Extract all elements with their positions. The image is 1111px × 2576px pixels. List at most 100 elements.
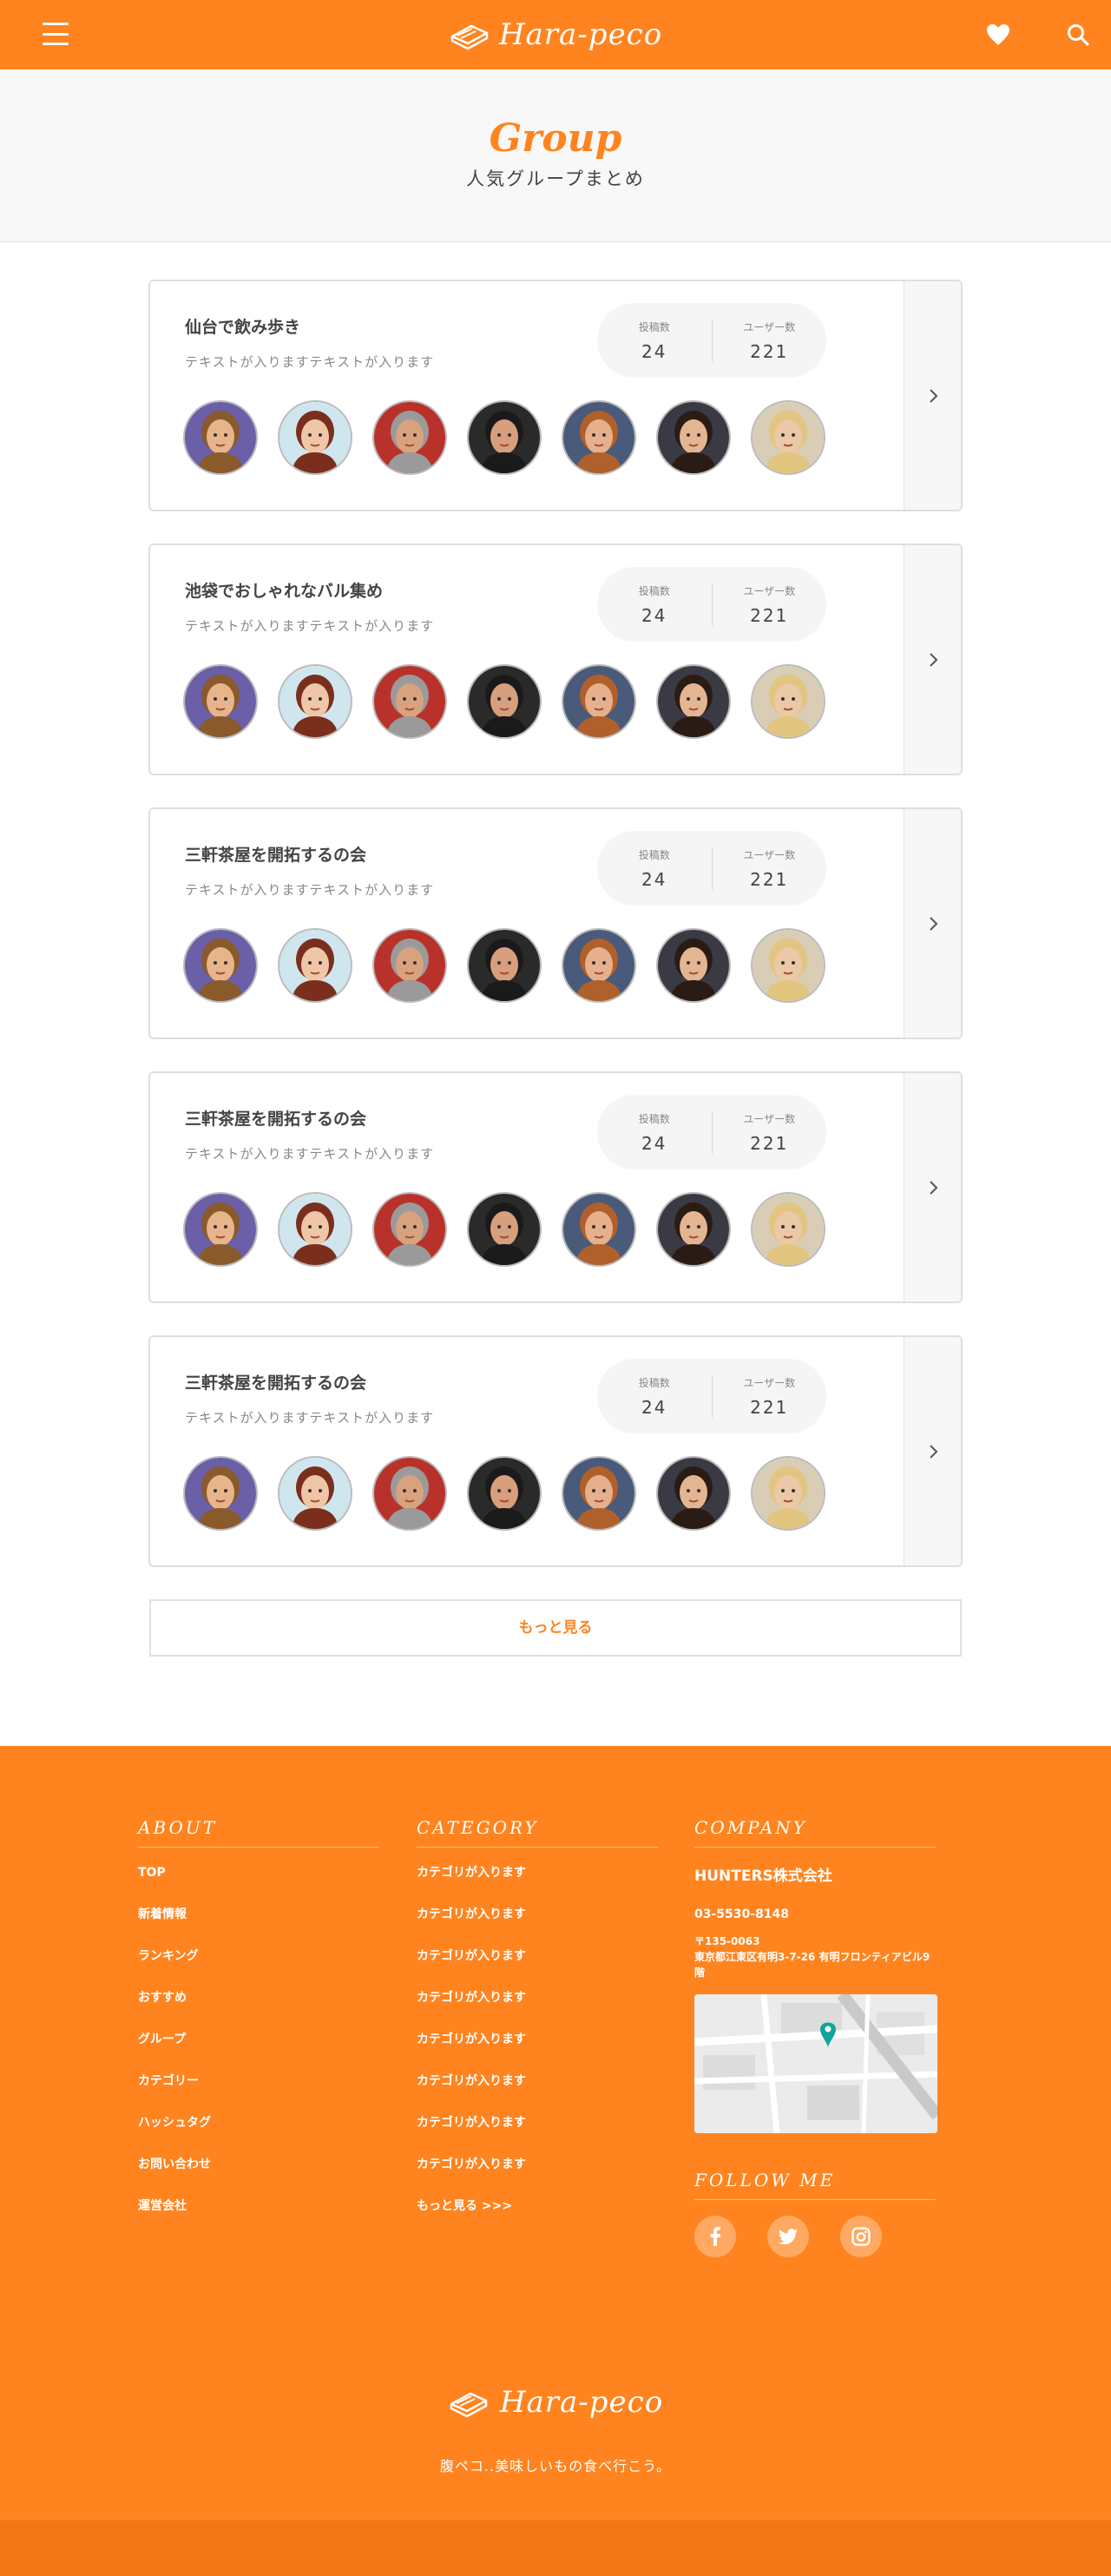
users-label: ユーザー数 bbox=[743, 584, 796, 597]
users-label: ユーザー数 bbox=[743, 320, 796, 333]
member-avatar[interactable] bbox=[183, 400, 258, 475]
hamburger-menu-icon[interactable] bbox=[43, 23, 69, 45]
member-avatars bbox=[183, 1192, 825, 1267]
footer-link-top[interactable]: TOP bbox=[138, 1863, 379, 1905]
search-icon[interactable] bbox=[1062, 19, 1094, 50]
group-card[interactable]: 池袋でおしゃれなバル集め テキストが入りますテキストが入ります 投稿数 24 ユー… bbox=[148, 544, 963, 775]
member-avatar[interactable] bbox=[183, 928, 258, 1003]
posts-count: 24 bbox=[641, 340, 667, 362]
group-card[interactable]: 三軒茶屋を開拓するの会 テキストが入りますテキストが入ります 投稿数 24 ユーザ… bbox=[148, 807, 963, 1039]
chevron-right-icon[interactable] bbox=[904, 545, 961, 774]
member-avatar[interactable] bbox=[372, 928, 447, 1003]
instagram-icon[interactable] bbox=[840, 2216, 882, 2257]
member-avatar[interactable] bbox=[656, 664, 731, 739]
member-avatar[interactable] bbox=[278, 664, 352, 739]
member-avatar[interactable] bbox=[656, 1192, 731, 1267]
member-avatar[interactable] bbox=[751, 1456, 825, 1531]
member-avatar[interactable] bbox=[751, 400, 825, 475]
footer-link-category[interactable]: カテゴリー bbox=[138, 2072, 379, 2113]
chevron-right-icon[interactable] bbox=[904, 281, 961, 510]
company-map[interactable] bbox=[694, 1994, 937, 2133]
member-avatar[interactable] bbox=[467, 400, 542, 475]
member-avatar[interactable] bbox=[278, 400, 352, 475]
group-title[interactable]: 三軒茶屋を開拓するの会 bbox=[185, 1370, 366, 1393]
footer-category-link[interactable]: カテゴリが入ります bbox=[417, 1947, 658, 1988]
company-address: 〒135-0063 東京都江東区有明3-7-26 有明フロンティアビル9階 bbox=[694, 1934, 936, 1980]
member-avatar[interactable] bbox=[562, 400, 636, 475]
footer-link-hashtag[interactable]: ハッシュタグ bbox=[138, 2113, 379, 2155]
footer-link-news[interactable]: 新着情報 bbox=[138, 1905, 379, 1947]
chevron-right-icon[interactable] bbox=[904, 1073, 961, 1301]
posts-label: 投稿数 bbox=[638, 320, 670, 333]
member-avatar[interactable] bbox=[467, 664, 542, 739]
footer-link-recommend[interactable]: おすすめ bbox=[138, 1988, 379, 2030]
site-logo[interactable]: Hara-peco bbox=[449, 17, 662, 52]
group-title[interactable]: 三軒茶屋を開拓するの会 bbox=[185, 842, 366, 866]
footer-category-link[interactable]: カテゴリが入ります bbox=[417, 1905, 658, 1947]
member-avatar[interactable] bbox=[278, 928, 352, 1003]
member-avatar[interactable] bbox=[183, 1456, 258, 1531]
group-title[interactable]: 三軒茶屋を開拓するの会 bbox=[185, 1106, 366, 1130]
chevron-right-icon[interactable] bbox=[904, 1337, 961, 1565]
footer-logo[interactable]: Hara-peco bbox=[0, 2385, 1111, 2420]
footer-link-company[interactable]: 運営会社 bbox=[138, 2197, 379, 2238]
twitter-icon[interactable] bbox=[767, 2216, 809, 2257]
footer-link-ranking[interactable]: ランキング bbox=[138, 1947, 379, 1988]
footer-category-link[interactable]: カテゴリが入ります bbox=[417, 2030, 658, 2072]
group-card[interactable]: 三軒茶屋を開拓するの会 テキストが入りますテキストが入ります 投稿数 24 ユーザ… bbox=[148, 1071, 963, 1303]
member-avatar[interactable] bbox=[183, 664, 258, 739]
member-avatar[interactable] bbox=[278, 1192, 352, 1267]
member-avatar[interactable] bbox=[278, 1456, 352, 1531]
posts-label: 投稿数 bbox=[638, 1376, 670, 1389]
member-avatar[interactable] bbox=[467, 1192, 542, 1267]
footer-link-group[interactable]: グループ bbox=[138, 2030, 379, 2072]
member-avatar[interactable] bbox=[372, 1456, 447, 1531]
member-avatar[interactable] bbox=[751, 928, 825, 1003]
member-avatar[interactable] bbox=[562, 1192, 636, 1267]
chevron-right-icon[interactable] bbox=[904, 809, 961, 1038]
group-card[interactable]: 三軒茶屋を開拓するの会 テキストが入りますテキストが入ります 投稿数 24 ユーザ… bbox=[148, 1335, 963, 1567]
member-avatar[interactable] bbox=[751, 664, 825, 739]
group-description: テキストが入りますテキストが入ります bbox=[185, 1410, 435, 1426]
member-avatar[interactable] bbox=[562, 1456, 636, 1531]
member-avatar[interactable] bbox=[656, 928, 731, 1003]
group-description: テキストが入りますテキストが入ります bbox=[185, 618, 435, 634]
group-stats: 投稿数 24 ユーザー数 221 bbox=[597, 1359, 826, 1433]
footer-category-link[interactable]: カテゴリが入ります bbox=[417, 2072, 658, 2113]
footer-category-link[interactable]: カテゴリが入ります bbox=[417, 2155, 658, 2197]
footer-category-link[interactable]: カテゴリが入ります bbox=[417, 1863, 658, 1905]
member-avatar[interactable] bbox=[751, 1192, 825, 1267]
heart-icon[interactable] bbox=[983, 19, 1014, 50]
member-avatar[interactable] bbox=[562, 664, 636, 739]
member-avatar[interactable] bbox=[372, 1192, 447, 1267]
book-logo-icon bbox=[450, 2392, 488, 2418]
member-avatar[interactable] bbox=[656, 400, 731, 475]
footer-link-contact[interactable]: お問い合わせ bbox=[138, 2155, 379, 2197]
member-avatar[interactable] bbox=[372, 400, 447, 475]
posts-label: 投稿数 bbox=[638, 1112, 670, 1125]
group-title[interactable]: 池袋でおしゃれなバル集め bbox=[185, 578, 383, 602]
footer-category: CATEGORY カテゴリが入ります カテゴリが入ります カテゴリが入ります カ… bbox=[417, 1817, 658, 2238]
footer-category-link[interactable]: カテゴリが入ります bbox=[417, 2113, 658, 2155]
load-more-button[interactable]: もっと見る bbox=[149, 1599, 962, 1657]
group-list: 仙台で飲み歩き テキストが入りますテキストが入ります 投稿数 24 ユーザー数 22… bbox=[148, 280, 963, 1657]
member-avatar[interactable] bbox=[562, 928, 636, 1003]
company-phone[interactable]: 03-5530-8148 bbox=[694, 1907, 936, 1921]
footer-category-link[interactable]: カテゴリが入ります bbox=[417, 1988, 658, 2030]
member-avatar[interactable] bbox=[183, 1192, 258, 1267]
member-avatar[interactable] bbox=[372, 664, 447, 739]
group-card[interactable]: 仙台で飲み歩き テキストが入りますテキストが入ります 投稿数 24 ユーザー数 22… bbox=[148, 280, 963, 511]
footer-category-heading: CATEGORY bbox=[417, 1817, 658, 1848]
facebook-icon[interactable] bbox=[694, 2216, 736, 2257]
member-avatar[interactable] bbox=[467, 1456, 542, 1531]
footer-about: ABOUT TOP 新着情報 ランキング おすすめ グループ カテゴリー ハッシ… bbox=[138, 1817, 379, 2238]
page-hero: Group 人気グループまとめ bbox=[0, 69, 1111, 242]
follow-heading: FOLLOW ME bbox=[694, 2170, 936, 2200]
member-avatar[interactable] bbox=[467, 928, 542, 1003]
users-count: 221 bbox=[750, 604, 789, 626]
posts-label: 投稿数 bbox=[638, 848, 670, 861]
member-avatar[interactable] bbox=[656, 1456, 731, 1531]
footer-category-more-link[interactable]: もっと見る >>> bbox=[417, 2197, 658, 2238]
group-title[interactable]: 仙台で飲み歩き bbox=[185, 314, 300, 338]
book-logo-icon bbox=[450, 24, 489, 50]
